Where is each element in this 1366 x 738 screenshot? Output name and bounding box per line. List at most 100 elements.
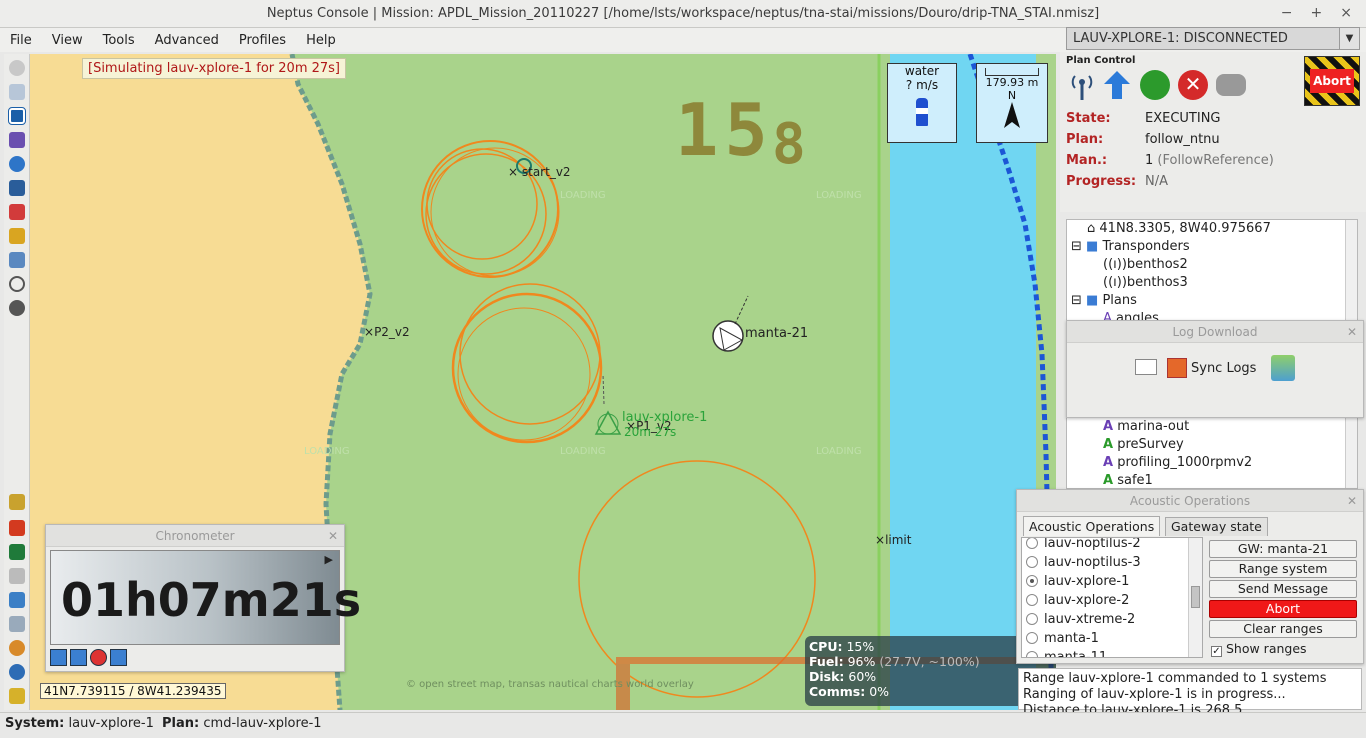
selected-tool-icon[interactable] — [8, 107, 26, 125]
cpu-value: 15% — [846, 639, 875, 654]
vehicle-time-label: 20m 27s — [624, 425, 677, 439]
transponder-icon: ((ı)) — [1103, 257, 1127, 272]
clear-ranges-button[interactable]: Clear ranges — [1209, 620, 1357, 638]
tree-transponder-item[interactable]: ((ı))benthos3 — [1103, 275, 1188, 290]
send-message-button[interactable]: Send Message — [1209, 580, 1357, 598]
close-icon[interactable]: ✕ — [1347, 321, 1357, 343]
pan-icon[interactable] — [9, 60, 25, 76]
marker-icon[interactable] — [9, 520, 25, 536]
close-window-button[interactable]: × — [1340, 0, 1352, 28]
abort-button[interactable]: Abort — [1304, 56, 1360, 106]
chart-icon[interactable] — [9, 592, 25, 608]
wizard-icon[interactable] — [9, 688, 25, 704]
window-title: Neptus Console | Mission: APDL_Mission_2… — [266, 6, 1100, 21]
menu-advanced[interactable]: Advanced — [145, 33, 229, 48]
gamepad-icon[interactable] — [1216, 74, 1246, 96]
flag-icon[interactable] — [9, 544, 25, 560]
play-icon[interactable]: ▶ — [325, 553, 333, 566]
eye-icon[interactable] — [9, 276, 25, 292]
list-scrollbar[interactable] — [1188, 538, 1202, 657]
transponder-label: benthos2 — [1126, 257, 1188, 272]
show-ranges-checkbox[interactable]: ✓ Show ranges — [1211, 641, 1307, 657]
tree-plan-item[interactable]: A preSurvey — [1103, 437, 1184, 452]
close-icon[interactable]: ✕ — [1347, 490, 1357, 512]
start-marker[interactable]: × start_v2 — [508, 165, 571, 179]
tile-loading-2: LOADING — [816, 190, 862, 201]
system-list[interactable]: lauv-noptilus-2 lauv-noptilus-3 lauv-xpl… — [1021, 537, 1203, 658]
list-item[interactable]: lauv-xplore-2 — [1026, 591, 1129, 610]
stop-plan-icon[interactable]: ✕ — [1178, 70, 1208, 100]
system-name: manta-11 — [1044, 650, 1108, 658]
maximize-button[interactable]: + — [1311, 0, 1323, 28]
menu-tools[interactable]: Tools — [93, 33, 145, 48]
plan-edit-icon[interactable] — [9, 204, 25, 220]
stop-icon[interactable] — [50, 649, 67, 666]
disk-label: Disk: — [809, 669, 845, 684]
state-value: EXECUTING — [1145, 111, 1221, 126]
lock-icon[interactable] — [9, 228, 25, 244]
tree-plans[interactable]: ⊟ ■ Plans — [1071, 293, 1137, 308]
comms-label: Comms: — [809, 684, 866, 699]
tree-transponders[interactable]: ⊟ ■ Transponders — [1071, 239, 1190, 254]
scroll-thumb[interactable] — [1191, 586, 1200, 608]
acoustic-abort-button[interactable]: Abort — [1209, 600, 1357, 618]
download-icon[interactable] — [1271, 355, 1295, 381]
sync-logs-button[interactable]: Sync Logs — [1167, 355, 1256, 381]
fuel-value: 96% — [847, 654, 876, 669]
tree-transponder-item[interactable]: ((ı))benthos2 — [1103, 257, 1188, 272]
info-icon[interactable] — [9, 664, 25, 680]
tab-gateway-state[interactable]: Gateway state — [1165, 517, 1268, 536]
p2-marker[interactable]: ×P2_v2 — [364, 325, 410, 339]
gateway-button[interactable]: GW: manta-21 — [1209, 540, 1357, 558]
acoustic-title: Acoustic Operations — [1129, 494, 1251, 508]
list-item[interactable]: manta-11 — [1026, 648, 1108, 658]
close-icon[interactable]: ✕ — [328, 525, 338, 547]
system-name: manta-1 — [1044, 631, 1099, 646]
send-plan-icon[interactable] — [1102, 70, 1132, 100]
chronometer-title: Chronometer — [155, 529, 235, 543]
globe-icon[interactable] — [9, 156, 25, 172]
tree-plan-item[interactable]: A safe1 — [1103, 473, 1153, 488]
minimize-button[interactable]: − — [1281, 0, 1293, 28]
list-item[interactable]: lauv-xtreme-2 — [1026, 610, 1135, 629]
tree-home[interactable]: ⌂ 41N8.3305, 8W40.975667 — [1087, 221, 1271, 236]
list-item[interactable]: lauv-xplore-1 — [1026, 572, 1129, 591]
menu-file[interactable]: File — [0, 33, 42, 48]
draw-icon[interactable] — [9, 494, 25, 510]
menu-view[interactable]: View — [42, 33, 93, 48]
layers-icon[interactable] — [9, 252, 25, 268]
lamp-icon[interactable] — [9, 616, 25, 632]
vehicle-icon[interactable] — [9, 180, 25, 196]
book-icon[interactable] — [1135, 359, 1157, 375]
reset-icon[interactable] — [90, 649, 107, 666]
list-item[interactable]: manta-1 — [1026, 629, 1099, 648]
maneuver-label: Man.: — [1066, 153, 1108, 168]
tile-loading-3: LOADING — [304, 446, 350, 457]
pin-icon[interactable] — [9, 640, 25, 656]
keyboard-icon[interactable] — [9, 568, 25, 584]
waypoint-icon[interactable] — [9, 132, 25, 148]
status-bar: System: lauv-xplore-1 Plan: cmd-lauv-xpl… — [0, 712, 1366, 738]
list-item[interactable]: lauv-noptilus-3 — [1026, 553, 1141, 572]
chevron-down-icon[interactable]: ▼ — [1339, 28, 1359, 49]
tree-plan-item[interactable]: A marina-out — [1103, 419, 1189, 434]
settings-wheel-icon[interactable] — [9, 300, 25, 316]
limit-marker[interactable]: ×limit — [875, 533, 911, 547]
tree-plan-item[interactable]: A profiling_1000rpmv2 — [1103, 455, 1252, 470]
menu-help[interactable]: Help — [296, 33, 346, 48]
radio-icon — [1026, 556, 1038, 568]
manta-label[interactable]: manta-21 — [745, 326, 808, 341]
menu-profiles[interactable]: Profiles — [229, 33, 296, 48]
start-plan-icon[interactable] — [1140, 70, 1170, 100]
system-selector[interactable]: LAUV-XPLORE-1: DISCONNECTED ▼ — [1066, 27, 1360, 50]
ruler-icon[interactable] — [9, 84, 25, 100]
range-system-button[interactable]: Range system — [1209, 560, 1357, 578]
antenna-icon[interactable] — [1068, 70, 1096, 100]
pause-icon[interactable] — [70, 649, 87, 666]
vehicle-label[interactable]: lauv-xplore-1 — [622, 410, 707, 425]
up-icon[interactable] — [110, 649, 127, 666]
tab-acoustic-operations[interactable]: Acoustic Operations — [1023, 516, 1161, 536]
list-item[interactable]: lauv-noptilus-2 — [1026, 538, 1141, 553]
limit-label: limit — [885, 533, 912, 547]
transponder-icon: ((ı)) — [1103, 275, 1127, 290]
